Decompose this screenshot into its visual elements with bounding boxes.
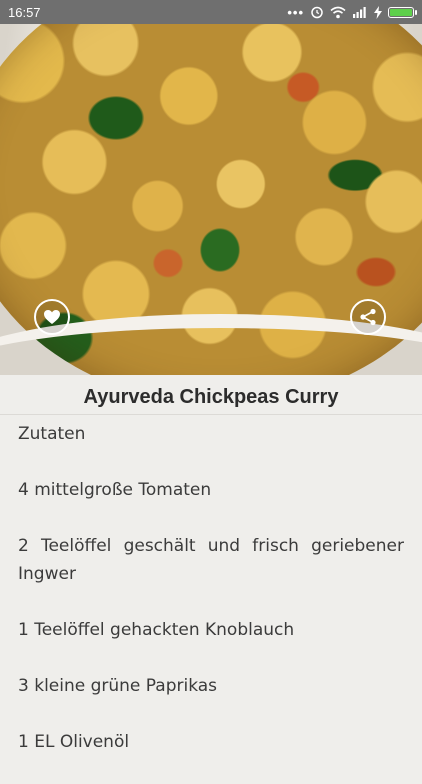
- ingredient-list: Zutaten 4 mittelgroße Tomaten 2 Teelöffe…: [18, 420, 404, 784]
- ingredients-heading: Zutaten: [18, 424, 86, 444]
- battery-icon: [388, 6, 417, 18]
- heart-icon: [44, 310, 60, 324]
- alarm-icon: [311, 6, 323, 19]
- charging-icon: [374, 5, 382, 19]
- share-icon: [360, 308, 376, 326]
- list-item: 4 mittelgroße Tomaten: [18, 480, 212, 500]
- more-dots-icon: •••: [287, 4, 304, 20]
- status-icons: •••: [287, 4, 417, 20]
- status-bar: 16:57 •••: [0, 0, 422, 24]
- share-button[interactable]: [350, 299, 386, 335]
- list-item: 2 Teelöffel geschält und frisch gerieben…: [18, 536, 404, 584]
- wifi-icon: [330, 6, 346, 18]
- signal-icon: [353, 7, 366, 18]
- list-item: 1 EL Olivenöl: [18, 732, 130, 752]
- favorite-button[interactable]: [34, 299, 70, 335]
- list-item: 3 kleine grüne Paprikas: [18, 676, 218, 696]
- status-time: 16:57: [8, 4, 41, 20]
- list-item: 1 Teelöffel gehackten Knoblauch: [18, 620, 295, 640]
- recipe-title: Ayurveda Chickpeas Curry: [83, 385, 339, 408]
- title-divider: [0, 414, 422, 415]
